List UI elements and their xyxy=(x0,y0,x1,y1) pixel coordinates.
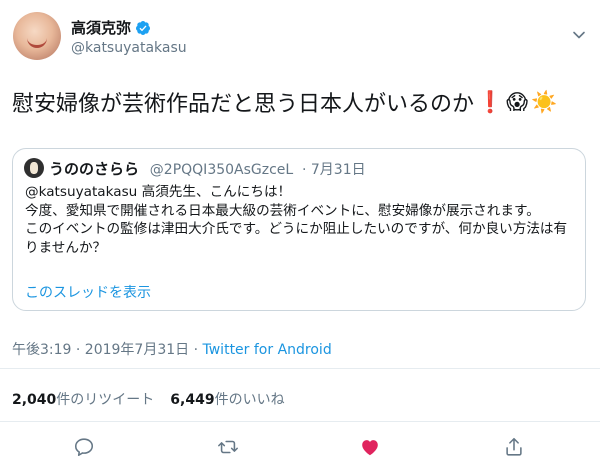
exclamation-emoji: ❗ xyxy=(477,89,504,114)
sun-emoji: ☀️ xyxy=(531,89,558,114)
tweet-source-link[interactable]: Twitter for Android xyxy=(203,342,332,358)
retweet-count: 2,040 xyxy=(12,392,57,408)
tweet-timestamp[interactable]: 午後3:19 · 2019年7月31日 · xyxy=(12,342,203,358)
chevron-down-icon[interactable] xyxy=(572,28,586,42)
like-icon[interactable] xyxy=(359,436,381,458)
quoted-tweet[interactable]: うののさらら @2PQQI350AsGzceL · 7月31日 @katsuya… xyxy=(12,148,586,311)
quoted-body: @katsuyatakasu 高須先生、こんにちは！ 今度、愛知県で開催される日… xyxy=(25,184,568,256)
author-name[interactable]: 高須克弥 xyxy=(71,17,131,38)
retweet-icon[interactable] xyxy=(217,436,239,458)
quoted-header: うののさらら @2PQQI350AsGzceL · 7月31日 xyxy=(49,158,366,179)
share-icon[interactable] xyxy=(503,436,525,458)
retweet-count-link[interactable]: 2,040件のリツイート xyxy=(12,392,154,408)
tweet-text: 慰安婦像が芸術作品だと思う日本人がいるのか ❗ 😱 ☀️ xyxy=(12,86,557,118)
divider xyxy=(0,421,600,422)
like-count-link[interactable]: 6,449件のいいね xyxy=(170,392,284,408)
tweet-body: 慰安婦像が芸術作品だと思う日本人がいるのか xyxy=(12,92,475,117)
quoted-avatar xyxy=(24,158,44,178)
author-handle[interactable]: @katsuyatakasu xyxy=(71,40,187,56)
tweet-stats: 2,040件のリツイート 6,449件のいいね xyxy=(12,389,285,409)
retweet-label: 件のリツイート xyxy=(56,392,155,408)
action-bar xyxy=(0,432,600,462)
verified-icon xyxy=(136,20,151,35)
like-label: 件のいいね xyxy=(214,392,285,408)
tweet-meta: 午後3:19 · 2019年7月31日 · Twitter for Androi… xyxy=(12,339,332,359)
avatar[interactable] xyxy=(13,12,61,60)
divider xyxy=(0,368,600,369)
quoted-handle: @2PQQI350AsGzceL xyxy=(149,162,294,178)
reply-icon[interactable] xyxy=(73,436,95,458)
like-count: 6,449 xyxy=(170,392,215,408)
author-name-row[interactable]: 高須克弥 xyxy=(71,17,151,38)
scream-emoji: 😱 xyxy=(506,90,529,114)
show-thread-link[interactable]: このスレッドを表示 xyxy=(25,282,151,302)
quoted-name: うののさらら xyxy=(49,160,140,178)
quoted-date: · 7月31日 xyxy=(302,162,366,178)
